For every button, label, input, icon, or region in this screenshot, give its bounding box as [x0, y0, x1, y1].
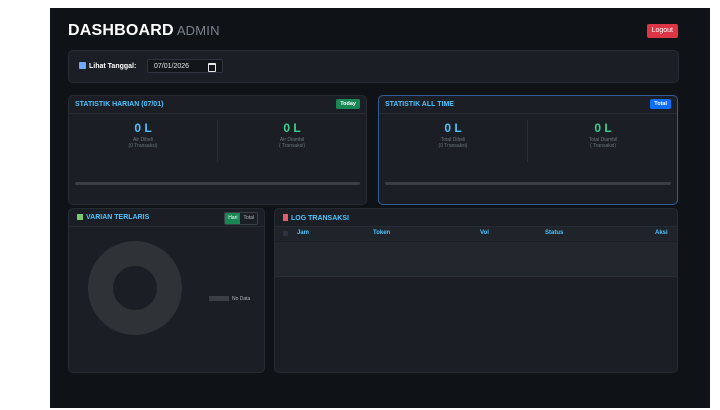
- col-token[interactable]: Token: [373, 230, 390, 236]
- alltime-stats-header: STATISTIK ALL TIME Total: [379, 96, 677, 114]
- alltime-taken-stat: 0 L Total Diambil ( Transaksi): [529, 122, 677, 149]
- legend-label: No Data: [232, 296, 251, 302]
- date-filter-label-text: Lihat Tanggal:: [89, 63, 137, 70]
- alltime-stats-card: STATISTIK ALL TIME Total 0 L Total Dibel…: [378, 95, 678, 205]
- document-icon: [283, 214, 288, 221]
- date-filter-label: Lihat Tanggal:: [79, 62, 136, 70]
- table-header: Jam Token Vol Status Aksi: [275, 227, 677, 241]
- page-subtitle: ADMIN: [176, 23, 220, 38]
- alltime-stats-title: STATISTIK ALL TIME: [385, 101, 454, 108]
- alltime-taken-value: 0 L: [594, 121, 612, 135]
- col-status[interactable]: Status: [545, 230, 563, 236]
- total-badge: Total: [650, 99, 671, 109]
- daily-stats-title: STATISTIK HARIAN (07/01): [75, 101, 164, 108]
- col-aksi[interactable]: Aksi: [655, 230, 668, 236]
- toggle-hari-button[interactable]: Hari: [225, 213, 241, 224]
- alltime-progress-bar: [385, 182, 671, 185]
- calendar-icon: [79, 62, 86, 69]
- alltime-taken-count: ( Transaksi): [589, 143, 617, 149]
- period-toggle: Hari Total: [224, 212, 258, 225]
- top-variants-title: VARIAN TERLARIS: [77, 214, 149, 221]
- transaction-log-title: LOG TRANSAKSI: [283, 214, 349, 222]
- bar-chart-icon: [77, 214, 83, 220]
- logout-button[interactable]: Logout: [646, 24, 678, 38]
- col-jam[interactable]: Jam: [297, 230, 309, 236]
- legend-swatch: [209, 296, 229, 301]
- dashboard-frame: DASHBOARD ADMIN Logout Lihat Tanggal: 07/…: [50, 8, 710, 408]
- transaction-log-card: LOG TRANSAKSI Jam Token Vol Status Aksi: [274, 208, 678, 373]
- chart-legend: No Data: [209, 296, 250, 302]
- page-title: DASHBOARD ADMIN: [68, 22, 220, 40]
- toggle-total-button[interactable]: Total: [240, 213, 257, 224]
- top-variants-header: VARIAN TERLARIS Hari Total: [69, 209, 264, 227]
- date-picker-icon[interactable]: [208, 63, 216, 72]
- page-title-text: DASHBOARD: [68, 22, 174, 39]
- transaction-log-title-text: LOG TRANSAKSI: [291, 215, 349, 222]
- top-variants-title-text: VARIAN TERLARIS: [86, 214, 150, 221]
- daily-bought-count: (0 Transaksi): [128, 143, 158, 149]
- daily-taken-value: 0 L: [283, 121, 301, 135]
- select-all-checkbox[interactable]: [283, 231, 288, 236]
- col-vol[interactable]: Vol: [480, 230, 489, 236]
- header: DASHBOARD ADMIN Logout: [68, 22, 678, 46]
- transaction-log-header: LOG TRANSAKSI: [275, 209, 677, 227]
- date-input[interactable]: 07/01/2026: [147, 59, 223, 73]
- divider: [527, 120, 528, 162]
- daily-bought-stat: 0 L Air Dibeli (0 Transaksi): [69, 122, 217, 149]
- daily-stats-card: STATISTIK HARIAN (07/01) Today 0 L Air D…: [68, 95, 367, 205]
- top-variants-card: VARIAN TERLARIS Hari Total No Data: [68, 208, 265, 373]
- alltime-bought-value: 0 L: [444, 121, 462, 135]
- daily-taken-stat: 0 L Air Diambil ( Transaksi): [218, 122, 366, 149]
- date-input-value: 07/01/2026: [154, 63, 190, 70]
- donut-hole: [113, 266, 157, 310]
- daily-progress-bar: [75, 182, 360, 185]
- today-badge: Today: [336, 99, 360, 109]
- alltime-bought-count: (0 Transaksi): [438, 143, 468, 149]
- daily-stats-header: STATISTIK HARIAN (07/01) Today: [69, 96, 366, 114]
- daily-taken-count: ( Transaksi): [278, 143, 306, 149]
- donut-chart: [88, 241, 182, 335]
- date-filter-bar: Lihat Tanggal: 07/01/2026: [68, 50, 679, 83]
- alltime-bought-stat: 0 L Total Dibeli (0 Transaksi): [379, 122, 527, 149]
- table-empty-row: [275, 242, 677, 277]
- daily-bought-value: 0 L: [134, 121, 152, 135]
